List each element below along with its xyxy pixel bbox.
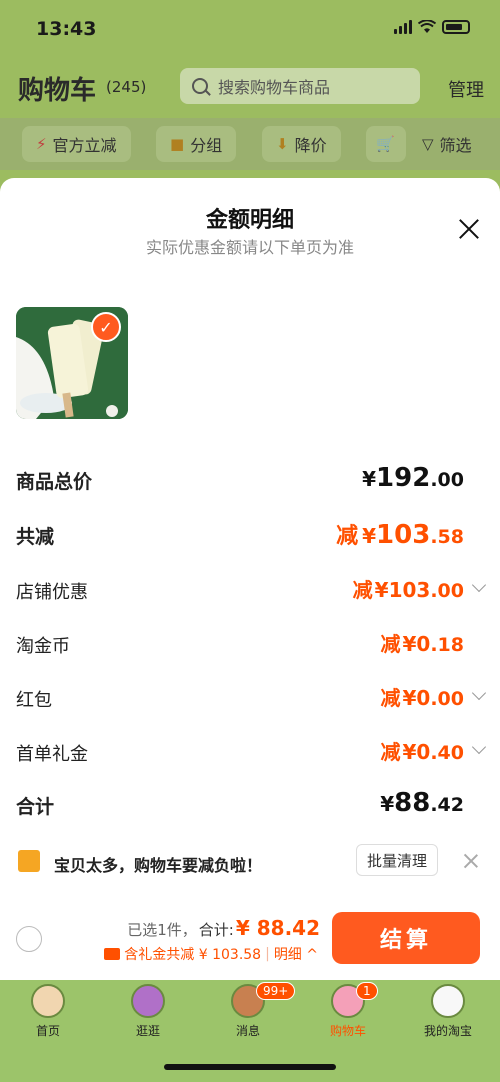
checkout-bar: 已选1件， 合计: ¥ 88.42 含礼金共减 ¥ 103.58 | 明细 ^ … bbox=[0, 898, 500, 980]
home-indicator bbox=[164, 1064, 336, 1070]
folder-icon: ■ bbox=[170, 135, 185, 153]
filter-button[interactable]: ▽ 筛选 bbox=[414, 126, 480, 162]
browse-icon bbox=[131, 984, 165, 1018]
row-label: 共减 bbox=[16, 526, 55, 548]
row-value: 减 ¥0.18 bbox=[380, 632, 464, 656]
home-icon bbox=[31, 984, 65, 1018]
row-total-price: 商品总价 ¥192.00 bbox=[0, 463, 500, 499]
message-badge: 99+ bbox=[256, 982, 296, 1000]
filter-official-discount[interactable]: ⚡ 官方立减 bbox=[22, 126, 131, 162]
chevron-down-icon bbox=[471, 685, 487, 701]
row-value: ¥88.42 bbox=[380, 788, 464, 818]
row-grand-total: 合计 ¥88.42 bbox=[0, 788, 500, 824]
tip-text: 宝贝太多，购物车要减负啦！ bbox=[54, 856, 263, 875]
checkout-button[interactable]: 结算 bbox=[332, 912, 480, 964]
status-time: 13:43 bbox=[36, 18, 97, 40]
cart-icon: 🛒 bbox=[376, 135, 395, 153]
tab-messages[interactable]: 消息 99+ bbox=[208, 982, 296, 1044]
wifi-icon bbox=[418, 20, 436, 33]
status-icons bbox=[394, 20, 470, 34]
filter-icon: ▽ bbox=[422, 135, 434, 153]
manage-button[interactable]: 管理 bbox=[448, 76, 484, 102]
tab-browse[interactable]: 逛逛 bbox=[108, 984, 188, 1044]
row-label: 首单礼金 bbox=[16, 744, 88, 765]
row-value: 减 ¥103.58 bbox=[336, 520, 464, 550]
detail-toggle[interactable]: 明细 ^ bbox=[274, 944, 318, 964]
cleanup-icon bbox=[18, 850, 40, 872]
chevron-down-icon bbox=[471, 739, 487, 755]
cart-badge: 1 bbox=[356, 982, 378, 1000]
search-placeholder: 搜索购物车商品 bbox=[218, 78, 331, 97]
cart-cleanup-tip: 宝贝太多，购物车要减负啦！ 批量清理 bbox=[0, 838, 500, 886]
cart-count: (245) bbox=[106, 78, 147, 96]
row-label: 店铺优惠 bbox=[16, 582, 88, 603]
status-bar: 13:43 bbox=[0, 0, 500, 60]
row-value: ¥192.00 bbox=[362, 463, 464, 493]
check-icon: ✓ bbox=[91, 312, 121, 342]
row-value: 减 ¥0.40 bbox=[380, 740, 464, 764]
page-title: 购物车 bbox=[18, 76, 97, 106]
search-icon bbox=[192, 78, 208, 94]
row-store-discount[interactable]: 店铺优惠 减 ¥103.00 bbox=[0, 574, 500, 610]
row-label: 淘金币 bbox=[16, 636, 70, 657]
row-first-order-gift[interactable]: 首单礼金 减 ¥0.40 bbox=[0, 736, 500, 772]
close-icon[interactable] bbox=[464, 854, 478, 868]
sheet-title: 金额明细 bbox=[205, 208, 294, 233]
row-total-discount: 共减 减 ¥103.58 bbox=[0, 518, 500, 554]
filter-group[interactable]: ■ 分组 bbox=[156, 126, 237, 162]
batch-clean-button[interactable]: 批量清理 bbox=[356, 844, 438, 876]
filter-bar: ⚡ 官方立减 ■ 分组 ⬇ 降价 🛒 ▽ 筛选 bbox=[0, 118, 500, 170]
row-label: 红包 bbox=[16, 690, 52, 711]
signal-icon bbox=[394, 20, 412, 34]
cart-header: 购物车 (245) 搜索购物车商品 管理 bbox=[0, 66, 500, 110]
close-icon[interactable] bbox=[458, 218, 480, 240]
total-value: ¥ 88.42 bbox=[235, 916, 320, 940]
filter-cart[interactable]: 🛒 bbox=[366, 126, 406, 162]
tab-home[interactable]: 首页 bbox=[8, 984, 88, 1044]
tab-my-taobao[interactable]: 我的淘宝 bbox=[408, 984, 488, 1044]
filter-price-drop[interactable]: ⬇ 降价 bbox=[262, 126, 341, 162]
chevron-down-icon bbox=[471, 577, 487, 593]
lightning-icon: ⚡ bbox=[36, 135, 47, 153]
row-value: 减 ¥0.00 bbox=[380, 686, 464, 710]
coupon-icon bbox=[104, 948, 121, 960]
down-arrow-icon: ⬇ bbox=[276, 135, 289, 153]
row-red-packet[interactable]: 红包 减 ¥0.00 bbox=[0, 682, 500, 718]
profile-icon bbox=[431, 984, 465, 1018]
select-all-radio[interactable] bbox=[16, 926, 42, 952]
coupon-summary[interactable]: 含礼金共减 ¥ 103.58 | 明细 ^ bbox=[104, 944, 318, 964]
row-value: 减 ¥103.00 bbox=[352, 578, 464, 602]
row-taojinbi: 淘金币 减 ¥0.18 bbox=[0, 628, 500, 664]
sheet-subtitle: 实际优惠金额请以下单页为准 bbox=[145, 238, 354, 257]
battery-icon bbox=[442, 20, 470, 34]
amount-detail-sheet: 金额明细 实际优惠金额请以下单页为准 ✓ 商品总价 ¥192.00 共减 减 ¥1… bbox=[0, 178, 500, 980]
row-label: 商品总价 bbox=[16, 471, 93, 493]
search-input[interactable]: 搜索购物车商品 bbox=[180, 68, 420, 104]
row-label: 合计 bbox=[16, 796, 55, 818]
tab-cart[interactable]: 购物车 1 bbox=[308, 982, 388, 1044]
selection-summary: 已选1件， 合计: ¥ 88.42 bbox=[127, 916, 320, 940]
